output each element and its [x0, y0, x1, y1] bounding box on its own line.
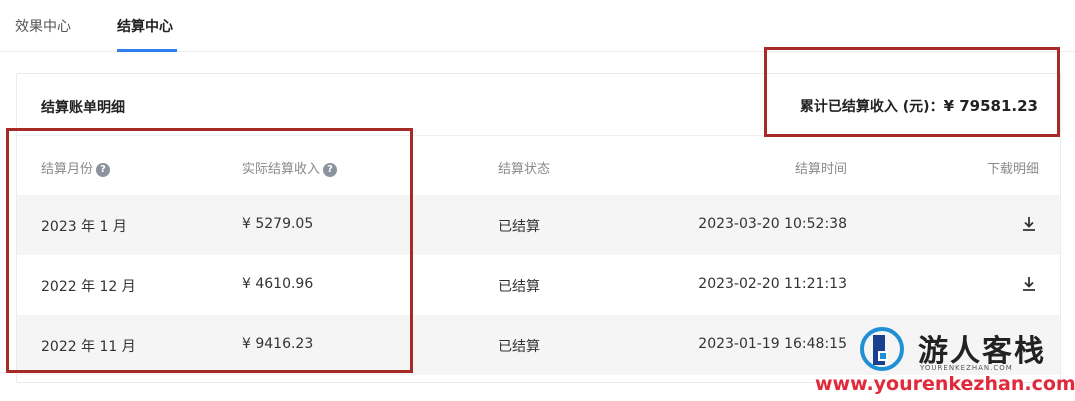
header-time: 结算时间: [794, 162, 847, 177]
tab-bar: 效果中心 结算中心: [0, 0, 1075, 52]
tab-effect-center[interactable]: 效果中心: [15, 16, 71, 36]
download-icon[interactable]: [1020, 215, 1038, 233]
row-status: 已结算: [498, 219, 540, 235]
row-time: 2023-01-19 16:48:15: [698, 336, 847, 352]
header-status: 结算状态: [498, 162, 551, 177]
active-tab-indicator: [117, 49, 177, 52]
watermark: 游人客栈 YOURENKEZHAN.COM: [858, 323, 1068, 372]
row-status: 已结算: [498, 339, 540, 355]
highlight-box-month-income: [6, 128, 413, 373]
watermark-subtitle: YOURENKEZHAN.COM: [920, 364, 1013, 372]
download-icon[interactable]: [1020, 275, 1038, 293]
row-time: 2023-02-20 11:21:13: [698, 276, 847, 292]
row-status: 已结算: [498, 279, 540, 295]
highlight-box-total: [764, 47, 1060, 137]
tab-settlement-center[interactable]: 结算中心: [117, 16, 173, 36]
card-title: 结算账单明细: [41, 100, 125, 116]
watermark-url: www.yourenkezhan.com: [815, 373, 1075, 395]
header-download: 下载明细: [986, 162, 1039, 177]
row-time: 2023-03-20 10:52:38: [698, 216, 847, 232]
watermark-logo-icon: [860, 327, 904, 371]
